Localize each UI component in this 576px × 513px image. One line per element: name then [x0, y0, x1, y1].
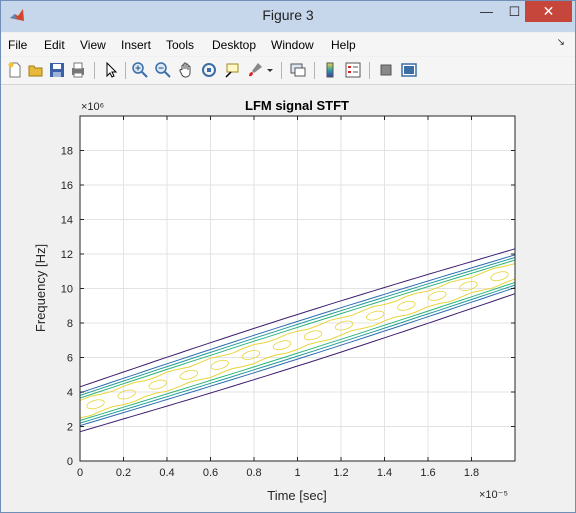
brush-icon[interactable] [246, 61, 264, 79]
close-button[interactable]: ✕ [525, 1, 572, 22]
menu-help[interactable]: Help [331, 38, 356, 52]
zoom-in-icon[interactable] [131, 61, 149, 79]
chart-title: LFM signal STFT [245, 98, 349, 113]
zoom-out-icon[interactable] [154, 61, 172, 79]
menu-insert[interactable]: Insert [121, 38, 151, 52]
toolbar-separator [369, 62, 370, 79]
figure-window: Figure 3 — ☐ ✕ File Edit View Insert Too… [0, 0, 576, 513]
save-icon[interactable] [48, 61, 66, 79]
y-tick-label: 18 [61, 146, 73, 158]
x-tick-label: 0.6 [203, 467, 218, 479]
toolbar-separator [314, 62, 315, 79]
toolbar-separator [94, 62, 95, 79]
x-tick-label: 1.2 [333, 467, 348, 479]
x-tick-label: 0 [77, 467, 83, 479]
rotate-icon[interactable] [200, 61, 218, 79]
brush-dropdown-icon[interactable] [265, 61, 275, 79]
y-tick-label: 10 [61, 284, 73, 296]
y-tick-label: 0 [67, 456, 73, 468]
minimize-button[interactable]: — [473, 1, 500, 22]
x-tick-label: 0.4 [159, 467, 174, 479]
x-tick-label: 0.8 [246, 467, 261, 479]
x-tick-label: 1.8 [464, 467, 479, 479]
maximize-button[interactable]: ☐ [501, 1, 528, 22]
y-axis-label: Frequency [Hz] [33, 244, 48, 332]
x-exponent-label: ×10⁻⁵ [479, 489, 508, 501]
x-tick-label: 1.6 [420, 467, 435, 479]
menu-edit[interactable]: Edit [44, 38, 65, 52]
link-plot-icon[interactable] [289, 61, 307, 79]
print-icon[interactable] [69, 61, 87, 79]
hide-plot-tools-icon[interactable] [377, 61, 395, 79]
data-cursor-icon[interactable] [223, 61, 241, 79]
y-tick-label: 14 [61, 215, 73, 227]
menu-window[interactable]: Window [271, 38, 314, 52]
stft-contour-chart: 0 0.2 0.4 0.6 0.8 1 1.2 1.4 1.6 1.8 0 2 4 6 8 10 12 14 16 1… [33, 98, 516, 503]
x-tick-label: 1.4 [377, 467, 392, 479]
figure-toolbar [1, 57, 575, 85]
toolbar-separator [281, 62, 282, 79]
y-tick-label: 16 [61, 180, 73, 192]
menu-file[interactable]: File [8, 38, 27, 52]
y-tick-label: 4 [67, 387, 73, 399]
y-tick-label: 6 [67, 353, 73, 365]
toolbar-separator [125, 62, 126, 79]
open-file-icon[interactable] [27, 61, 45, 79]
pan-icon[interactable] [177, 61, 195, 79]
y-exponent-label: ×10⁶ [81, 101, 104, 113]
menu-bar: File Edit View Insert Tools Desktop Wind… [1, 33, 575, 56]
new-figure-icon[interactable] [6, 61, 24, 79]
colorbar-icon[interactable] [321, 61, 339, 79]
y-tick-label: 2 [67, 422, 73, 434]
title-bar[interactable]: Figure 3 — ☐ ✕ [1, 1, 575, 32]
x-tick-label: 1 [294, 467, 300, 479]
show-plot-tools-icon[interactable] [400, 61, 418, 79]
menu-view[interactable]: View [80, 38, 106, 52]
legend-icon[interactable] [344, 61, 362, 79]
menu-tools[interactable]: Tools [166, 38, 194, 52]
menu-desktop[interactable]: Desktop [212, 38, 256, 52]
dock-arrow-icon[interactable]: ↘ [557, 37, 565, 48]
pointer-icon[interactable] [101, 61, 119, 79]
x-axis-label: Time [sec] [267, 488, 326, 503]
y-tick-label: 12 [61, 249, 73, 261]
y-tick-label: 8 [67, 318, 73, 330]
figure-canvas: 0 0.2 0.4 0.6 0.8 1 1.2 1.4 1.6 1.8 0 2 4 6 8 10 12 14 16 1… [9, 86, 569, 506]
x-tick-label: 0.2 [116, 467, 131, 479]
